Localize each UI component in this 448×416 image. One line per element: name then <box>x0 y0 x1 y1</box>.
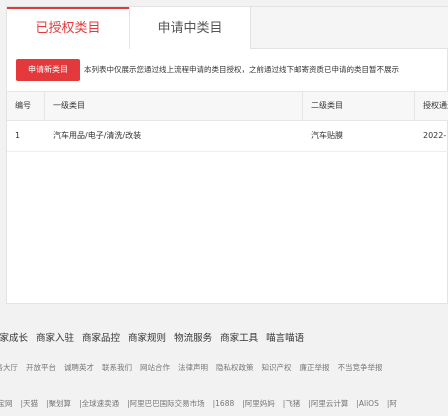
footer-primary-links: 商家成长商家入驻商家品控商家规则物流服务商家工具喵言喵语 <box>0 330 312 344</box>
footer-link[interactable]: 廉正举报 <box>300 363 330 372</box>
cell-level1: 汽车用品/电子/清洗/改装 <box>53 131 142 140</box>
footer-link[interactable]: AliOS <box>359 399 379 408</box>
footer-tertiary-links: 淘宝网|天猫|聚划算|全球速卖通|阿里巴巴国际交易市场|1688|阿里妈妈|飞猪… <box>0 398 405 409</box>
tab-pending[interactable]: 申请中类目 <box>129 7 251 49</box>
footer-link[interactable]: 不当竞争举报 <box>338 363 383 372</box>
footer-link[interactable]: 物流服务 <box>174 333 212 344</box>
footer-link[interactable]: 喵言喵语 <box>266 333 304 344</box>
footer-link[interactable]: 淘宝网 <box>0 399 13 408</box>
footer-link[interactable]: 网站合作 <box>140 363 170 372</box>
footer-link[interactable]: 1688 <box>215 399 234 408</box>
footer-link[interactable]: 商家成长 <box>0 333 28 344</box>
footer-link[interactable]: 商家品控 <box>82 333 120 344</box>
footer-link[interactable]: 天猫 <box>23 399 38 408</box>
table-header: 编号 一级类目 二级类目 授权通过时间 <box>7 91 448 121</box>
cell-id: 1 <box>15 131 21 140</box>
table-row: 1 汽车用品/电子/清洗/改装 汽车贴膜 2022- <box>7 121 448 152</box>
tab-bar: 已授权类目 申请中类目 <box>7 7 448 50</box>
footer-link[interactable]: 聚划算 <box>49 399 72 408</box>
footer-secondary-links: 服务大厅开放平台诚聘英才联系我们网站合作法律声明隐私权政策知识产权廉正举报不当竞… <box>0 362 391 373</box>
footer-link[interactable]: 联系我们 <box>102 363 132 372</box>
footer-link[interactable]: 阿里云计算 <box>311 399 349 408</box>
footer-link[interactable]: 阿 <box>389 399 397 408</box>
header-level2: 二级类目 <box>303 92 415 120</box>
footer-link[interactable]: 阿里巴巴国际交易市场 <box>130 399 205 408</box>
footer-link[interactable]: 商家工具 <box>220 333 258 344</box>
notice-text: 本列表中仅展示您通过线上流程申请的类目授权，之前通过线下邮寄资质已申请的类目暂不… <box>84 65 399 74</box>
header-level1: 一级类目 <box>45 92 303 120</box>
header-id: 编号 <box>7 92 45 120</box>
footer-link[interactable]: 全球速卖通 <box>82 399 120 408</box>
footer-link[interactable]: 阿里妈妈 <box>245 399 275 408</box>
footer-link[interactable]: 诚聘英才 <box>64 363 94 372</box>
header-date: 授权通过时间 <box>423 101 448 110</box>
footer-link[interactable]: 知识产权 <box>262 363 292 372</box>
category-table: 编号 一级类目 二级类目 授权通过时间 1 汽车用品/电子/清洗/改装 汽车贴膜… <box>7 91 448 152</box>
footer-link[interactable]: 商家入驻 <box>36 333 74 344</box>
footer-link[interactable]: 隐私权政策 <box>216 363 254 372</box>
footer-link[interactable]: 商家规则 <box>128 333 166 344</box>
footer-link[interactable]: 开放平台 <box>26 363 56 372</box>
category-card: 已授权类目 申请中类目 申请新类目 本列表中仅展示您通过线上流程申请的类目授权，… <box>6 6 448 304</box>
cell-date: 2022- <box>423 131 447 140</box>
cell-level2: 汽车贴膜 <box>311 131 343 140</box>
footer-link[interactable]: 法律声明 <box>178 363 208 372</box>
tab-authorized[interactable]: 已授权类目 <box>7 7 129 50</box>
footer-link[interactable]: 服务大厅 <box>0 363 18 372</box>
footer-link[interactable]: 飞猪 <box>285 399 300 408</box>
apply-new-category-button[interactable]: 申请新类目 <box>16 59 80 81</box>
notice-bar: 申请新类目 本列表中仅展示您通过线上流程申请的类目授权，之前通过线下邮寄资质已申… <box>7 49 448 91</box>
